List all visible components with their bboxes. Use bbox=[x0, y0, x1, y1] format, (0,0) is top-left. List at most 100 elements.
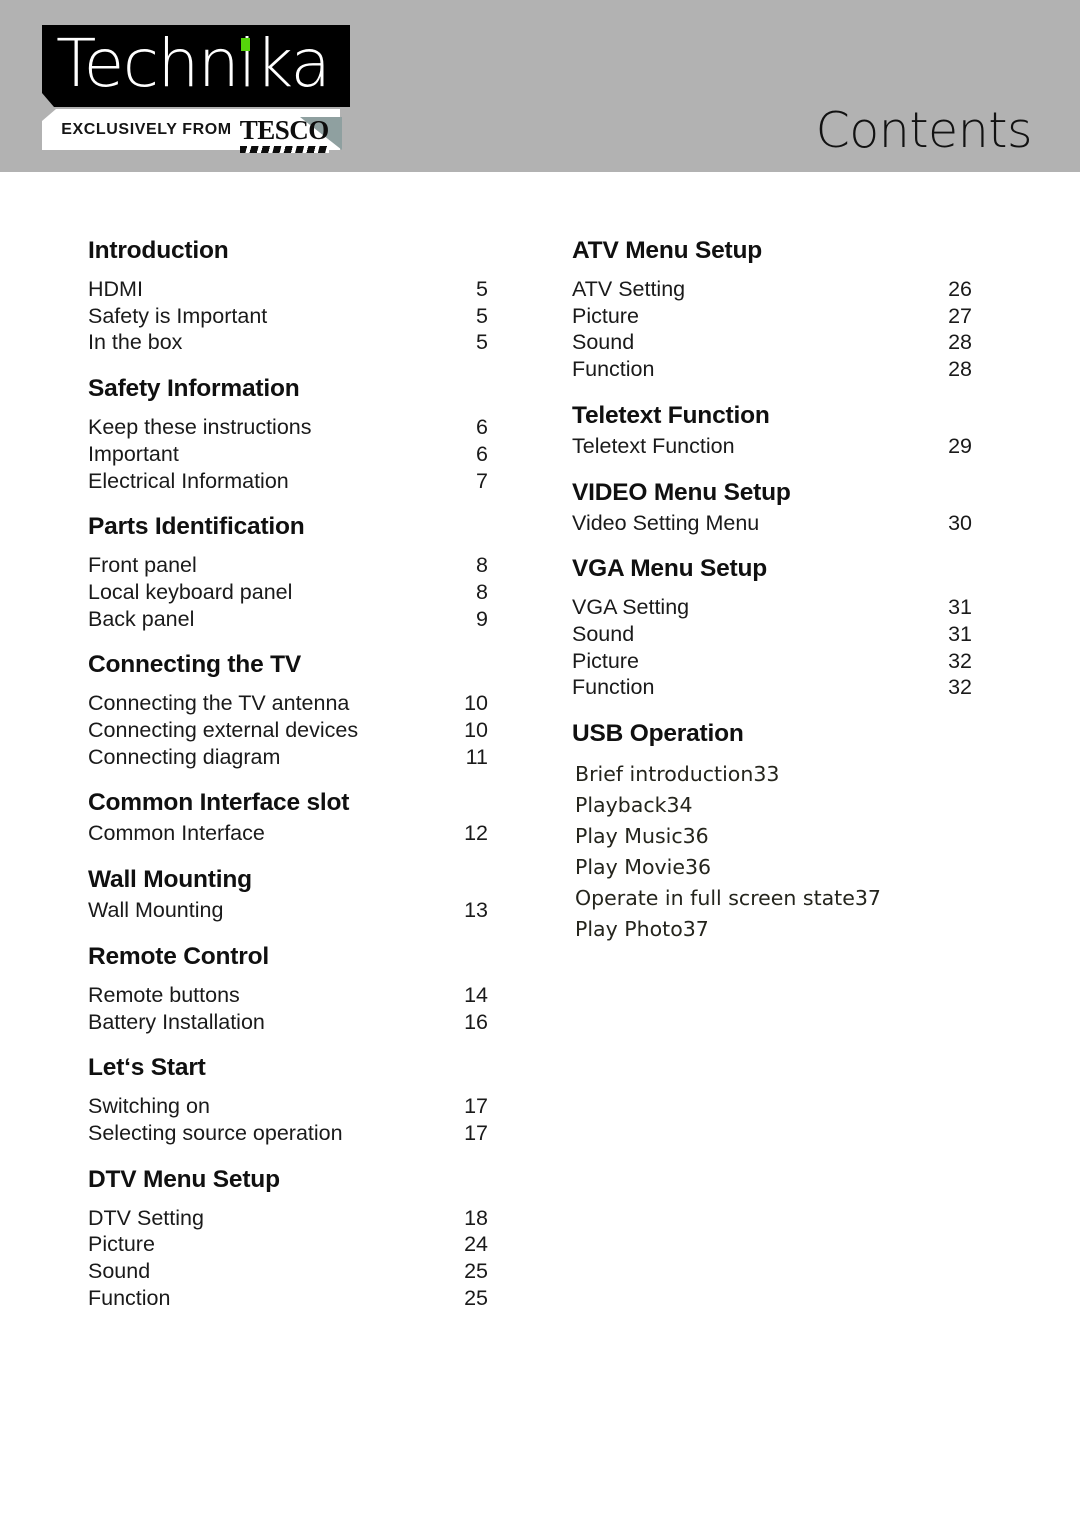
toc-entry[interactable]: Battery Installation 16 bbox=[88, 1009, 488, 1036]
toc-entry-label: Picture bbox=[572, 648, 639, 673]
toc-entry[interactable]: Function 32 bbox=[572, 674, 972, 701]
toc-entry-label: ATV Setting bbox=[572, 277, 686, 301]
toc-section-video-menu-setup: VIDEO Menu Setup Video Setting Menu 30 bbox=[572, 478, 972, 537]
toc-section-atv-menu-setup: ATV Menu Setup ATV Setting 26 Picture 27 Soun… bbox=[572, 236, 972, 383]
section-heading-vga-menu-setup: VGA Menu Setup bbox=[572, 555, 768, 583]
toc-entry-label: Common Interface bbox=[88, 821, 265, 846]
heading-spacer bbox=[88, 404, 488, 414]
entry-list-connecting-the-tv: Connecting the TV antenna 10 Connecting ex… bbox=[88, 690, 488, 770]
toc-section-remote-control: Remote Control Remote buttons 14 Battery In… bbox=[88, 942, 488, 1035]
toc-entry-label: Picture bbox=[88, 1232, 155, 1257]
toc-entry-label: HDMI bbox=[88, 277, 143, 301]
toc-entry[interactable]: Selecting source operation 17 bbox=[88, 1120, 488, 1147]
toc-entry[interactable]: Function 28 bbox=[572, 356, 972, 383]
toc-section-teletext-function: Teletext Function Teletext Function 29 bbox=[572, 401, 972, 460]
toc-entry[interactable]: Operate in full screen state37 bbox=[572, 883, 972, 914]
toc-entry-label: Function bbox=[572, 357, 655, 382]
toc-entry-label: In the box bbox=[88, 330, 183, 355]
toc-entry[interactable]: Sound 25 bbox=[88, 1258, 488, 1285]
toc-entry[interactable]: Front panel 8 bbox=[88, 552, 488, 579]
toc-entry-label: Selecting source operation bbox=[88, 1120, 343, 1145]
toc-entry-label: Picture bbox=[572, 303, 639, 328]
toc-entry[interactable]: Play Movie36 bbox=[572, 852, 972, 883]
toc-entry[interactable]: Wall Mounting 13 bbox=[88, 897, 488, 924]
toc-entry[interactable]: Sound 28 bbox=[572, 329, 972, 356]
toc-entry[interactable]: Playback34 bbox=[572, 790, 972, 821]
toc-entry[interactable]: VGA Setting 31 bbox=[572, 594, 972, 621]
toc-entry[interactable]: Remote buttons 14 bbox=[88, 982, 488, 1009]
toc-entry[interactable]: Picture 32 bbox=[572, 648, 972, 675]
toc-entry[interactable]: DTV Setting 18 bbox=[88, 1205, 488, 1232]
toc-entry[interactable]: Connecting external devices 10 bbox=[88, 717, 488, 744]
toc-entry-label: Local keyboard panel bbox=[88, 579, 293, 604]
entry-list-teletext-function: Teletext Function 29 bbox=[572, 433, 972, 460]
toc-entry-page-number: 12 bbox=[464, 821, 488, 846]
toc-section-vga-menu-setup: VGA Menu Setup VGA Setting 31 Sound 31 Pictur… bbox=[572, 554, 972, 701]
toc-entry[interactable]: Picture 24 bbox=[88, 1231, 488, 1258]
toc-entry[interactable]: Play Photo37 bbox=[572, 914, 972, 945]
heading-spacer bbox=[88, 266, 488, 276]
toc-entry[interactable]: Electrical Information 7 bbox=[88, 468, 488, 495]
toc-entry[interactable]: Important 6 bbox=[88, 441, 488, 468]
entry-list-remote-control: Remote buttons 14 Battery Installation 16 bbox=[88, 982, 488, 1035]
toc-entry-page-number: 28 bbox=[948, 357, 972, 382]
toc-entry[interactable]: Video Setting Menu 30 bbox=[572, 510, 972, 537]
toc-column-right: ATV Menu Setup ATV Setting 26 Picture 27 Soun… bbox=[572, 236, 972, 945]
toc-entry[interactable]: Teletext Function 29 bbox=[572, 433, 972, 460]
heading-spacer bbox=[572, 266, 972, 276]
toc-entry[interactable]: Connecting diagram 11 bbox=[88, 744, 488, 771]
toc-entry-label: Switching on bbox=[88, 1094, 210, 1119]
toc-entry-page-number: 17 bbox=[464, 1120, 488, 1145]
heading-spacer bbox=[88, 1083, 488, 1093]
section-heading-video-menu-setup: VIDEO Menu Setup bbox=[572, 478, 791, 506]
toc-entry[interactable]: Function 25 bbox=[88, 1285, 488, 1312]
toc-entry-page-number: 5 bbox=[476, 277, 488, 301]
toc-entry-page-number: 10 bbox=[464, 691, 488, 716]
toc-entry[interactable]: Switching on 17 bbox=[88, 1093, 488, 1120]
toc-entry[interactable]: Safety is Important 5 bbox=[88, 303, 488, 330]
toc-entry[interactable]: HDMI 5 bbox=[88, 276, 488, 303]
tesco-wordmark: TESCO bbox=[239, 116, 329, 153]
toc-entry[interactable]: Sound 31 bbox=[572, 621, 972, 648]
entry-list-usb-operation: Brief introduction33 Playback34 Play Music… bbox=[572, 759, 972, 945]
toc-entry-page-number: 13 bbox=[464, 898, 488, 923]
toc-entry[interactable]: Keep these instructions 6 bbox=[88, 414, 488, 441]
toc-entry-page-number: 37 bbox=[854, 886, 881, 911]
toc-entry[interactable]: Brief introduction33 bbox=[572, 759, 972, 790]
toc-entry-page-number: 37 bbox=[682, 917, 709, 942]
heading-spacer bbox=[88, 542, 488, 552]
toc-entry-page-number: 6 bbox=[476, 415, 488, 440]
toc-entry[interactable]: Picture 27 bbox=[572, 303, 972, 330]
toc-entry-page-number: 7 bbox=[476, 468, 488, 493]
toc-entry[interactable]: ATV Setting 26 bbox=[572, 276, 972, 303]
toc-entry[interactable]: Connecting the TV antenna 10 bbox=[88, 690, 488, 717]
tesco-underline-dashes-icon bbox=[239, 145, 329, 153]
toc-entry-page-number: 36 bbox=[684, 855, 712, 880]
toc-entry[interactable]: Common Interface 12 bbox=[88, 820, 488, 847]
heading-spacer bbox=[88, 1195, 488, 1205]
toc-entry-page-number: 34 bbox=[666, 793, 693, 818]
toc-entry-page-number: 10 bbox=[464, 718, 488, 743]
toc-entry[interactable]: In the box 5 bbox=[88, 329, 488, 356]
toc-section-common-interface-slot: Common Interface slot Common Interface 12 bbox=[88, 788, 488, 847]
section-heading-dtv-menu-setup: DTV Menu Setup bbox=[88, 1165, 280, 1193]
toc-entry[interactable]: Local keyboard panel 8 bbox=[88, 579, 488, 606]
toc-entry-page-number: 8 bbox=[476, 553, 488, 578]
entry-list-video-menu-setup: Video Setting Menu 30 bbox=[572, 510, 972, 537]
section-heading-safety-information: Safety Information bbox=[88, 375, 300, 403]
toc-entry-label: DTV Setting bbox=[88, 1205, 204, 1230]
logo-black-plate: Technika bbox=[42, 25, 350, 107]
toc-entry-label: Keep these instructions bbox=[88, 415, 312, 440]
toc-entry[interactable]: Play Music36 bbox=[572, 821, 972, 852]
toc-section-safety-information: Safety Information Keep these instruction… bbox=[88, 374, 488, 494]
toc-entry[interactable]: Back panel 9 bbox=[88, 606, 488, 633]
